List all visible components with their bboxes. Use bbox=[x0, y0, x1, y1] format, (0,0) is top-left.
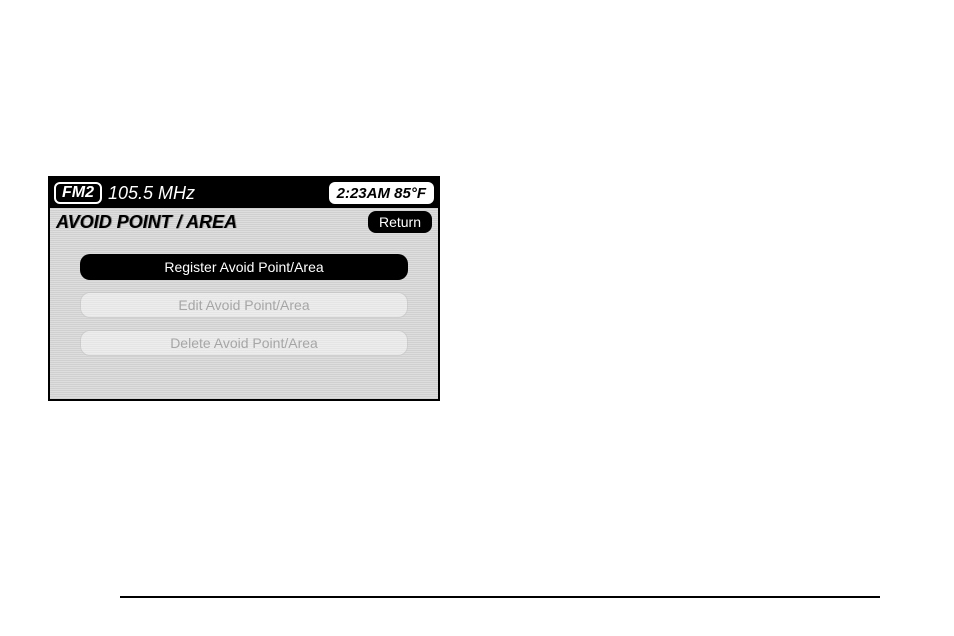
return-button-label: Return bbox=[379, 214, 421, 230]
radio-band-label: FM2 bbox=[62, 184, 94, 202]
radio-frequency: 105.5 MHz bbox=[108, 183, 195, 204]
menu-area: Register Avoid Point/Area Edit Avoid Poi… bbox=[50, 236, 438, 399]
menu-edit-avoid: Edit Avoid Point/Area bbox=[80, 292, 408, 318]
screen-title: AVOID POINT / AREA bbox=[56, 212, 362, 233]
clock-temp-box: 2:23AM 85°F bbox=[329, 182, 434, 204]
menu-register-avoid[interactable]: Register Avoid Point/Area bbox=[80, 254, 408, 280]
status-bar: FM2 105.5 MHz 2:23AM 85°F bbox=[50, 178, 438, 208]
page-divider bbox=[120, 596, 880, 598]
menu-item-label: Edit Avoid Point/Area bbox=[178, 297, 309, 313]
clock-temp-label: 2:23AM 85°F bbox=[337, 185, 426, 202]
menu-item-label: Register Avoid Point/Area bbox=[164, 259, 323, 275]
return-button[interactable]: Return bbox=[368, 211, 432, 233]
menu-delete-avoid: Delete Avoid Point/Area bbox=[80, 330, 408, 356]
menu-item-label: Delete Avoid Point/Area bbox=[170, 335, 318, 351]
navigation-screen: FM2 105.5 MHz 2:23AM 85°F AVOID POINT / … bbox=[48, 176, 440, 401]
title-bar: AVOID POINT / AREA Return bbox=[50, 208, 438, 236]
radio-band-badge: FM2 bbox=[54, 182, 102, 204]
